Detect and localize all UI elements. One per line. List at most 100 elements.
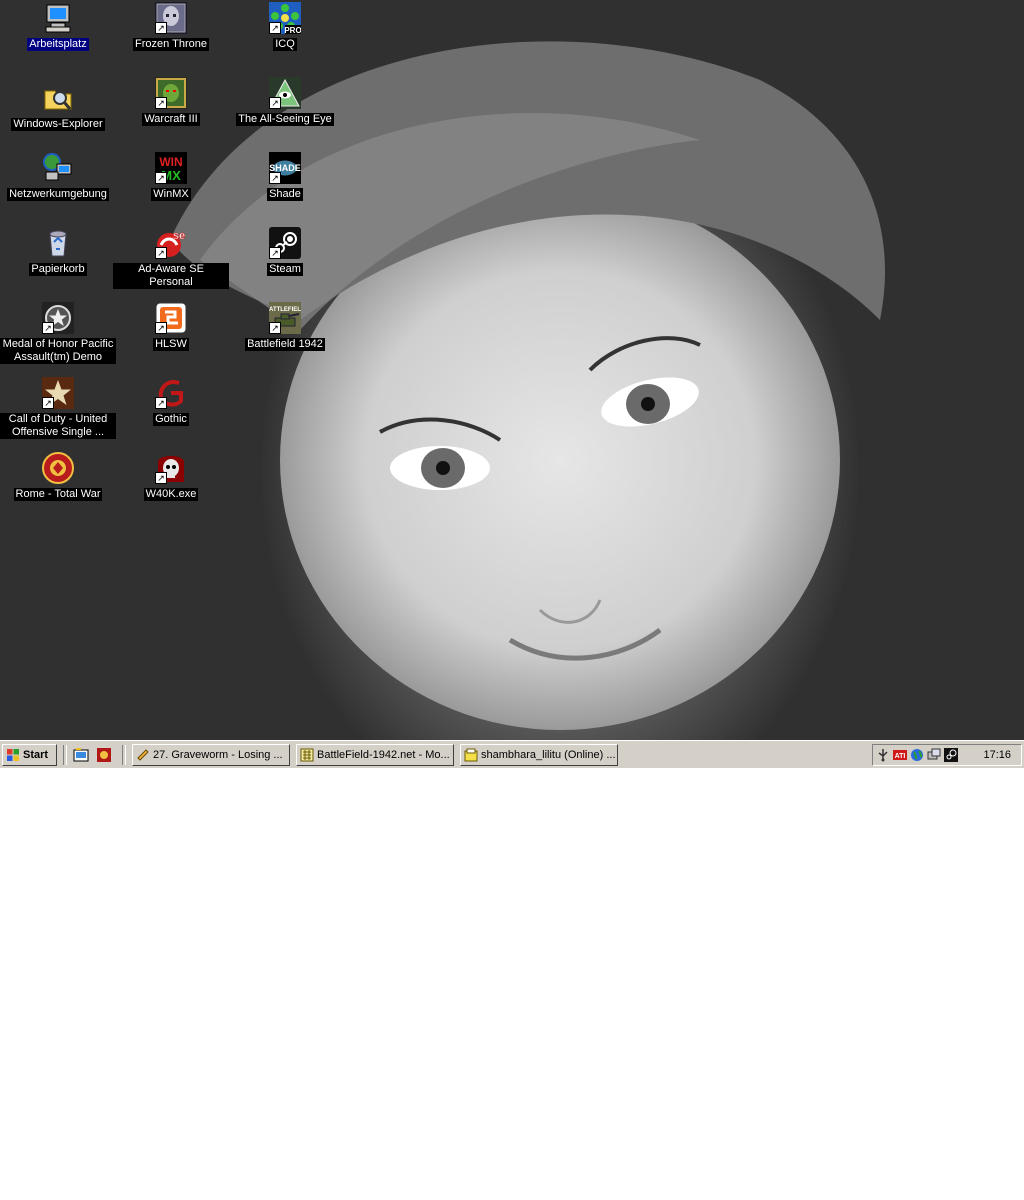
- w40k-icon: ↗: [155, 452, 187, 484]
- winmx-icon: WIN MX ↗: [155, 152, 187, 184]
- svg-text:PRO: PRO: [284, 26, 301, 34]
- desktop-icon-label: Ad-Aware SE Personal: [113, 263, 229, 289]
- svg-text:ATI: ATI: [895, 753, 906, 760]
- network-icon: [42, 152, 74, 184]
- shortcut-arrow-icon: ↗: [155, 22, 167, 34]
- desktop-icon-label: Rome - Total War: [13, 488, 103, 501]
- taskbar-separator: [63, 745, 67, 765]
- desktop-icon-hlsw[interactable]: ↗ HLSW: [113, 302, 229, 351]
- warcraft-icon: ↗: [155, 77, 187, 109]
- desktop-icon-label: The All-Seeing Eye: [236, 113, 334, 126]
- desktop-icon-rome-total-war[interactable]: Rome - Total War: [0, 452, 116, 501]
- medal-of-honor-icon: ↗: [42, 302, 74, 334]
- desktop-icon-shade[interactable]: SHADE ↗ Shade: [227, 152, 343, 201]
- desktop-icon-label: Medal of Honor Pacific Assault(tm) Demo: [0, 338, 116, 364]
- taskbar-separator: [122, 745, 126, 765]
- my-computer-icon: [42, 2, 74, 34]
- frozen-throne-icon: ↗: [155, 2, 187, 34]
- show-desktop-icon[interactable]: [73, 747, 89, 763]
- network-tray-icon[interactable]: [927, 748, 941, 762]
- desktop-icon-label: Papierkorb: [29, 263, 87, 276]
- desktop-icon-frozen-throne[interactable]: ↗ Frozen Throne: [113, 2, 229, 51]
- clock[interactable]: 17:16: [983, 748, 1011, 762]
- browser-icon: [300, 748, 314, 762]
- desktop-icon-papierkorb[interactable]: Papierkorb: [0, 227, 116, 276]
- desktop-icon-label: Arbeitsplatz: [27, 38, 89, 51]
- task-button-winamp[interactable]: 27. Graveworm - Losing ...: [132, 744, 290, 766]
- start-button[interactable]: Start: [2, 744, 57, 766]
- quick-launch-app-icon[interactable]: [96, 747, 112, 763]
- desktop-icon-all-seeing-eye[interactable]: ↗ The All-Seeing Eye: [227, 77, 343, 126]
- desktop-icon-label: Steam: [267, 263, 303, 276]
- task-label: BattleField-1942.net - Mo...: [317, 749, 450, 761]
- globe-icon[interactable]: [910, 748, 924, 762]
- desktop-icon-windows-explorer[interactable]: Windows-Explorer: [0, 82, 116, 131]
- winamp-icon: [136, 748, 150, 762]
- all-seeing-eye-icon: ↗: [269, 77, 301, 109]
- shade-icon: SHADE ↗: [269, 152, 301, 184]
- desktop-icon-winmx[interactable]: WIN MX ↗ WinMX: [113, 152, 229, 201]
- call-of-duty-icon: ↗: [42, 377, 74, 409]
- desktop: Arbeitsplatz Windows-Explorer Netzwerkum…: [0, 0, 1024, 740]
- ad-aware-icon: se ↗: [155, 227, 187, 259]
- icq-icon: PRO ↗: [269, 2, 301, 34]
- shortcut-arrow-icon: ↗: [269, 172, 281, 184]
- desktop-icon-label: Gothic: [153, 413, 189, 426]
- messenger-icon: [464, 748, 478, 762]
- desktop-icon-label: WinMX: [151, 188, 191, 201]
- usb-icon[interactable]: [876, 748, 890, 762]
- desktop-icon-label: Shade: [267, 188, 303, 201]
- steam-icon: ↗: [269, 227, 301, 259]
- shortcut-arrow-icon: ↗: [155, 97, 167, 109]
- shortcut-arrow-icon: ↗: [269, 97, 281, 109]
- desktop-icon-label: Call of Duty - United Offensive Single .…: [0, 413, 116, 439]
- shortcut-arrow-icon: ↗: [269, 247, 281, 259]
- desktop-icon-icq[interactable]: PRO ↗ ICQ: [227, 2, 343, 51]
- rome-total-war-icon: [42, 452, 74, 484]
- desktop-icon-medal-of-honor[interactable]: ↗ Medal of Honor Pacific Assault(tm) Dem…: [0, 302, 116, 364]
- desktop-icon-w40k[interactable]: ↗ W40K.exe: [113, 452, 229, 501]
- desktop-icon-label: Netzwerkumgebung: [7, 188, 109, 201]
- desktop-icon-call-of-duty[interactable]: ↗ Call of Duty - United Offensive Single…: [0, 377, 116, 439]
- shortcut-arrow-icon: ↗: [155, 397, 167, 409]
- desktop-icon-label: Warcraft III: [142, 113, 200, 126]
- task-button-messenger[interactable]: shambhara_lilitu (Online) ...: [460, 744, 618, 766]
- desktop-icon-battlefield-1942[interactable]: BATTLEFIELD ↗ Battlefield 1942: [227, 302, 343, 351]
- shortcut-arrow-icon: ↗: [269, 22, 281, 34]
- desktop-icon-label: Windows-Explorer: [11, 118, 105, 131]
- task-button-browser[interactable]: BattleField-1942.net - Mo...: [296, 744, 454, 766]
- shortcut-arrow-icon: ↗: [42, 397, 54, 409]
- gothic-icon: ↗: [155, 377, 187, 409]
- explorer-icon: [42, 82, 74, 114]
- shortcut-arrow-icon: ↗: [155, 472, 167, 484]
- desktop-icon-label: Frozen Throne: [133, 38, 209, 51]
- shortcut-arrow-icon: ↗: [269, 322, 281, 334]
- ati-icon[interactable]: ATI: [893, 748, 907, 762]
- desktop-icon-steam[interactable]: ↗ Steam: [227, 227, 343, 276]
- desktop-icon-gothic[interactable]: ↗ Gothic: [113, 377, 229, 426]
- desktop-icon-warcraft-3[interactable]: ↗ Warcraft III: [113, 77, 229, 126]
- shortcut-arrow-icon: ↗: [42, 322, 54, 334]
- svg-text:WIN: WIN: [159, 155, 182, 169]
- desktop-icon-netzwerkumgebung[interactable]: Netzwerkumgebung: [0, 152, 116, 201]
- desktop-icon-label: ICQ: [273, 38, 297, 51]
- shortcut-arrow-icon: ↗: [155, 172, 167, 184]
- taskbar: Start 27. Graveworm - Losing ... BattleF…: [0, 740, 1024, 768]
- shortcut-arrow-icon: ↗: [155, 247, 167, 259]
- svg-text:se: se: [173, 230, 185, 242]
- start-label: Start: [23, 749, 49, 761]
- steam-tray-icon[interactable]: [944, 748, 958, 762]
- task-label: shambhara_lilitu (Online) ...: [481, 749, 616, 761]
- desktop-icon-arbeitsplatz[interactable]: Arbeitsplatz: [0, 2, 116, 51]
- desktop-icon-label: W40K.exe: [143, 488, 199, 501]
- system-tray: ATI 17:16: [872, 744, 1022, 766]
- desktop-icon-label: Battlefield 1942: [245, 338, 325, 351]
- task-label: 27. Graveworm - Losing ...: [153, 749, 283, 761]
- hlsw-icon: ↗: [155, 302, 187, 334]
- battlefield-icon: BATTLEFIELD ↗: [269, 302, 301, 334]
- desktop-icon-ad-aware[interactable]: se ↗ Ad-Aware SE Personal: [113, 227, 229, 289]
- desktop-icon-label: HLSW: [153, 338, 189, 351]
- recycle-bin-icon: [42, 227, 74, 259]
- shortcut-arrow-icon: ↗: [155, 322, 167, 334]
- windows-logo-icon: [6, 748, 20, 762]
